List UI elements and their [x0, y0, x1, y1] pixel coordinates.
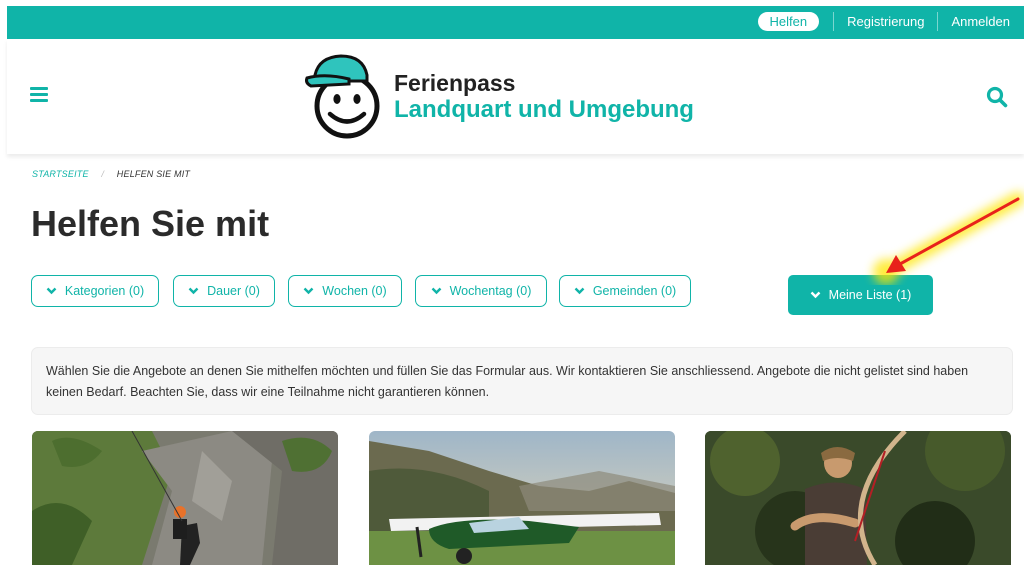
annotation-arrow [873, 192, 1024, 285]
brand-subtitle[interactable]: Landquart und Umgebung [394, 96, 694, 124]
login-link[interactable]: Anmelden [938, 14, 1010, 29]
chevron-down-icon [810, 291, 821, 299]
filter-label: Wochentag (0) [449, 284, 532, 298]
filter-label: Kategorien (0) [64, 284, 145, 298]
brand-title[interactable]: Ferienpass [394, 70, 515, 97]
filter-duration[interactable]: Dauer (0) [173, 275, 275, 307]
filter-municipalities[interactable]: Gemeinden (0) [559, 275, 691, 307]
offer-photo [705, 431, 1011, 565]
ferienpass-logo[interactable] [305, 51, 385, 139]
chevron-down-icon [188, 287, 199, 295]
chevron-down-icon [431, 287, 441, 295]
offer-photo [369, 431, 675, 565]
offer-photo [32, 431, 338, 565]
filter-weeks[interactable]: Wochen (0) [288, 275, 402, 307]
filter-weekday[interactable]: Wochentag (0) [415, 275, 547, 307]
filter-categories[interactable]: Kategorien (0) [31, 275, 159, 307]
breadcrumb: STARTSEITE / HELFEN SIE MIT [32, 169, 190, 179]
top-bar: Helfen Registrierung Anmelden [7, 6, 1024, 39]
filter-label: Wochen (0) [322, 284, 387, 298]
site-header: Ferienpass Landquart und Umgebung [7, 39, 1024, 154]
hamburger-menu-icon[interactable] [30, 87, 48, 102]
offer-card-image-airplane[interactable] [369, 431, 675, 565]
search-icon[interactable] [986, 86, 1008, 108]
offer-card-image-archery[interactable] [705, 431, 1011, 565]
chevron-down-icon [303, 287, 314, 295]
my-list-label: Meine Liste (1) [828, 288, 912, 302]
breadcrumb-current: HELFEN SIE MIT [116, 169, 191, 179]
offer-card-image-climbing[interactable] [32, 431, 338, 565]
breadcrumb-separator: / [101, 169, 105, 179]
chevron-down-icon [46, 287, 57, 295]
help-link[interactable]: Helfen [757, 12, 820, 31]
my-list-button[interactable]: Meine Liste (1) [788, 275, 933, 315]
filter-label: Dauer (0) [207, 284, 260, 298]
breadcrumb-home[interactable]: STARTSEITE [32, 169, 89, 179]
page-title: Helfen Sie mit [31, 203, 270, 244]
top-links: Helfen Registrierung Anmelden [757, 12, 1010, 31]
filter-label: Gemeinden (0) [592, 284, 677, 298]
info-box: Wählen Sie die Angebote an denen Sie mit… [31, 347, 1013, 415]
chevron-down-icon [574, 287, 585, 295]
register-link[interactable]: Registrierung [834, 14, 937, 29]
